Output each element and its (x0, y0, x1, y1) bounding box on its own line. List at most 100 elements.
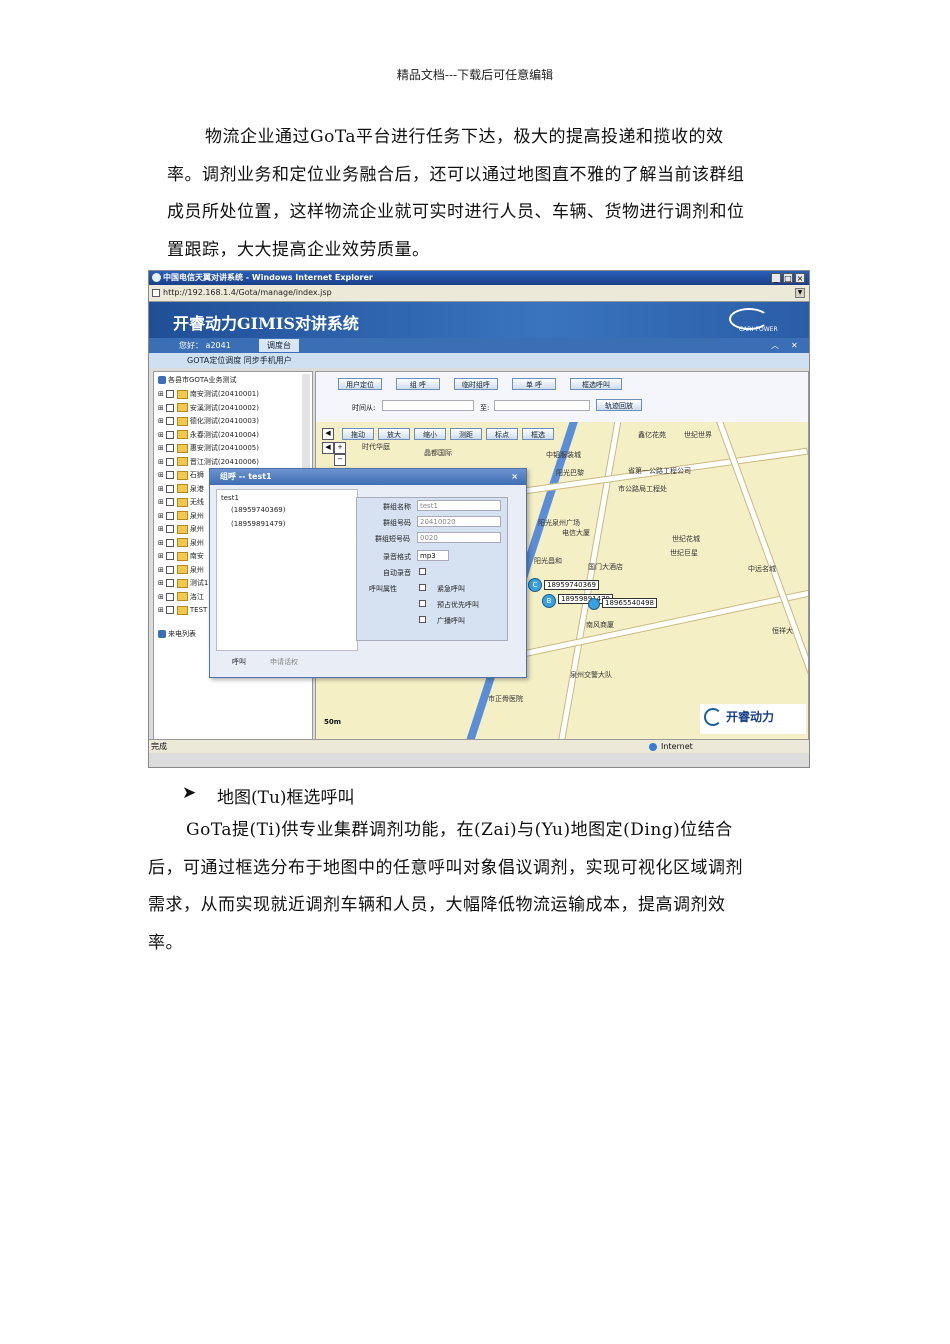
paragraph-1-line: 置跟踪，大大提高企业效劳质量。 (167, 239, 430, 260)
tree-item[interactable]: ⊞ 测试1 (158, 577, 208, 590)
tree-item[interactable]: ⊞ 无线 (158, 496, 204, 509)
expand-icon[interactable]: ⊞ (158, 525, 164, 533)
tree-checkbox[interactable] (165, 417, 174, 425)
expand-icon[interactable]: ⊞ (158, 606, 164, 614)
group-call-button[interactable]: 组 呼 (396, 378, 440, 390)
marker-pin-icon[interactable] (588, 598, 600, 610)
tree-root[interactable]: 各县市GOTA业务测试 (158, 374, 236, 387)
expand-icon[interactable]: ⊞ (158, 579, 164, 587)
tree-item[interactable]: ⊞ 泉州 (158, 523, 204, 536)
tree-item[interactable]: ⊞ 德化测试(20410003) (158, 415, 259, 428)
apply-talk-button[interactable]: 申请话权 (270, 657, 298, 667)
minus-icon[interactable]: − (334, 454, 346, 466)
tree-checkbox[interactable] (165, 457, 174, 466)
tree-item[interactable]: ⊞ 泉州 (158, 510, 204, 523)
tree-checkbox[interactable] (165, 579, 174, 587)
tree-item[interactable]: ⊞ 南安 (158, 550, 204, 563)
tree-checkbox[interactable] (165, 538, 174, 547)
chevron-down-icon[interactable]: ▼ (795, 288, 805, 298)
tree-item[interactable]: ⊞ 惠安测试(20410005) (158, 442, 259, 455)
minimize-icon[interactable]: _ (771, 273, 781, 283)
expand-icon[interactable]: ⊞ (158, 498, 164, 506)
expand-icon[interactable]: ⊞ (158, 552, 164, 560)
group-no-field[interactable]: 20410020 (417, 516, 501, 527)
paragraph-1-line: 率。调剂业务和定位业务融合后，还可以通过地图直不雅的了解当前该群组 (167, 164, 745, 185)
box-select-tool-button[interactable]: 框选 (522, 428, 554, 440)
expand-icon[interactable]: ⊞ (158, 471, 164, 479)
dialog-tree-root[interactable]: test1 (221, 494, 239, 502)
arrow-left-icon[interactable]: ◀ (322, 428, 334, 440)
expand-icon[interactable]: ⊞ (158, 512, 164, 520)
tree-checkbox[interactable] (165, 565, 174, 574)
tree-checkbox[interactable] (165, 525, 174, 533)
address-bar[interactable]: http://192.168.1.4/Gota/manage/index.jsp… (149, 285, 809, 302)
tree-checkbox[interactable] (165, 471, 174, 479)
record-format-select[interactable]: mp3 (417, 550, 449, 561)
short-no-field[interactable]: 0020 (417, 532, 501, 543)
marker-pin-icon[interactable]: C (528, 578, 542, 592)
tab-dispatch[interactable]: 调度台 (259, 339, 299, 352)
zoom-out-tool-button[interactable]: 缩小 (414, 428, 446, 440)
measure-tool-button[interactable]: 测距 (450, 428, 482, 440)
broadcast-call-checkbox[interactable] (419, 616, 426, 623)
expand-icon[interactable]: ⊞ (158, 390, 164, 398)
expand-icon[interactable]: ⊞ (158, 566, 164, 574)
tree-item[interactable]: ⊞ TEST (158, 604, 207, 617)
expand-icon[interactable]: ⊞ (158, 417, 164, 425)
call-button[interactable]: 呼叫 (232, 657, 246, 667)
tree-checkbox[interactable] (165, 552, 174, 560)
close-icon[interactable]: ✕ (791, 338, 798, 353)
emergency-call-checkbox[interactable] (419, 584, 426, 591)
tree-item[interactable]: ⊞ 永春测试(20410004) (158, 429, 259, 442)
maximize-icon[interactable]: □ (783, 273, 793, 283)
dialog-member[interactable]: (18959740369) (231, 506, 285, 514)
tree-item[interactable]: ⊞ 泉州 (158, 564, 204, 577)
arrow-left-icon[interactable]: ◀ (322, 442, 334, 454)
single-call-button[interactable]: 单 呼 (512, 378, 556, 390)
time-to-input[interactable] (494, 400, 590, 411)
dialog-member[interactable]: (18959891479) (231, 520, 285, 528)
tree-item[interactable]: ⊞ 洛江 (158, 591, 204, 604)
tree-item[interactable]: ⊞ 泉港 (158, 483, 204, 496)
preempt-call-checkbox[interactable] (419, 600, 426, 607)
expand-icon[interactable]: ⊞ (158, 404, 164, 412)
up-icon[interactable]: ︿ (771, 338, 779, 353)
tree-checkbox[interactable] (165, 511, 174, 520)
expand-icon[interactable]: ⊞ (158, 444, 164, 452)
expand-icon[interactable]: ⊞ (158, 458, 164, 466)
address-url[interactable]: http://192.168.1.4/Gota/manage/index.jsp (163, 285, 332, 301)
tree-item[interactable]: ⊞ 安溪测试(20410002) (158, 402, 259, 415)
expand-icon[interactable]: ⊞ (158, 593, 164, 601)
pan-tool-button[interactable]: 拖动 (342, 428, 374, 440)
tree-checkbox[interactable] (165, 592, 174, 601)
tree-checkbox[interactable] (165, 390, 174, 398)
tree-item[interactable]: ⊞ 南安测试(20410001) (158, 388, 259, 401)
user-locate-button[interactable]: 用户定位 (338, 378, 382, 390)
mark-tool-button[interactable]: 标点 (486, 428, 518, 440)
call-list[interactable]: 来电列表 (158, 628, 196, 641)
subnav-links[interactable]: GOTA定位调度 同步手机用户 (187, 353, 292, 368)
tree-checkbox[interactable] (165, 606, 174, 614)
plus-icon[interactable]: + (334, 442, 346, 454)
zoom-in-tool-button[interactable]: 放大 (378, 428, 410, 440)
auto-record-checkbox[interactable] (419, 568, 426, 575)
expand-icon[interactable]: ⊞ (158, 431, 164, 439)
tree-checkbox[interactable] (165, 484, 174, 493)
time-from-input[interactable] (382, 400, 474, 411)
tree-checkbox[interactable] (165, 403, 174, 412)
tree-item[interactable]: ⊞ 泉州 (158, 537, 204, 550)
marker-pin-icon[interactable]: B (542, 594, 556, 608)
tree-checkbox[interactable] (165, 430, 174, 439)
group-name-field[interactable]: test1 (417, 500, 501, 511)
close-icon[interactable]: × (511, 469, 518, 485)
box-select-call-button[interactable]: 框选呼叫 (570, 378, 622, 390)
tree-item[interactable]: ⊞ 石狮 (158, 469, 204, 482)
temp-group-call-button[interactable]: 临时组呼 (454, 378, 498, 390)
tree-item[interactable]: ⊞ 晋江测试(20410006) (158, 456, 259, 469)
track-playback-button[interactable]: 轨迹回放 (596, 399, 642, 411)
expand-icon[interactable]: ⊞ (158, 539, 164, 547)
close-icon[interactable]: × (795, 273, 805, 283)
tree-checkbox[interactable] (165, 444, 174, 452)
expand-icon[interactable]: ⊞ (158, 485, 164, 493)
tree-checkbox[interactable] (165, 498, 174, 506)
